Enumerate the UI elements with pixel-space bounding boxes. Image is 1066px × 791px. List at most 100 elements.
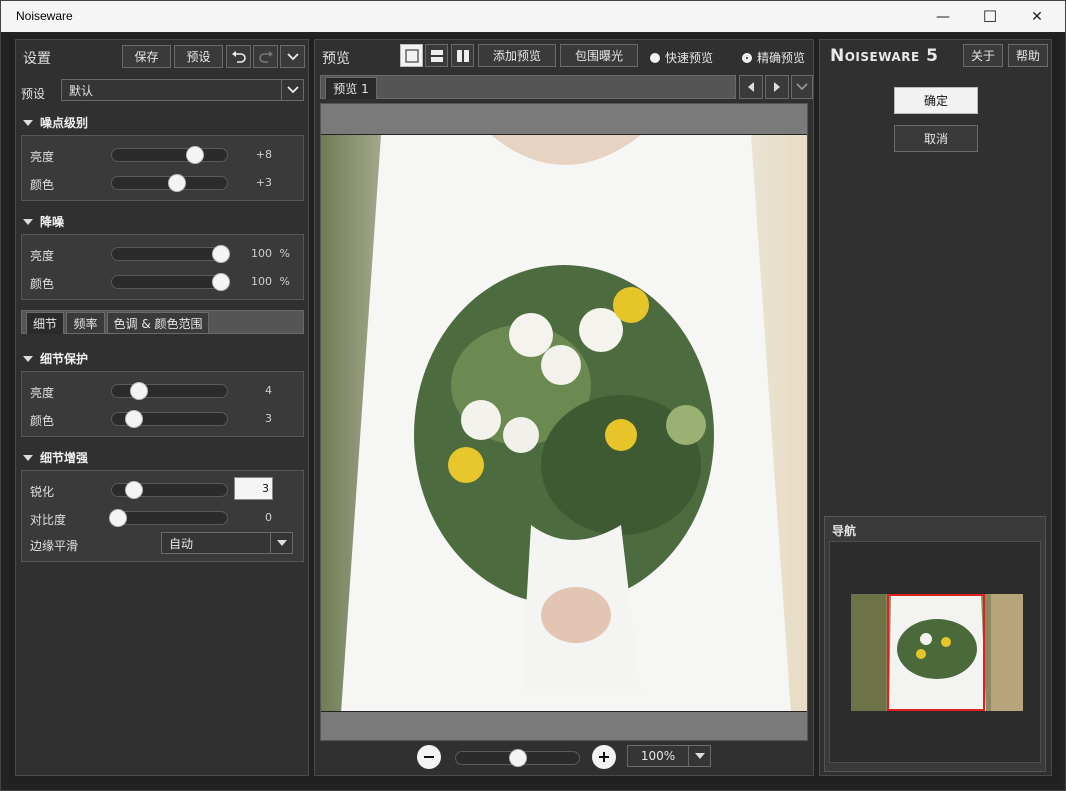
minimize-icon: — [936,8,950,25]
preview-canvas[interactable] [320,103,808,741]
navigator-title: 导航 [832,524,857,538]
single-view-button[interactable] [400,44,423,67]
detail-protection-header[interactable]: 细节保护 [23,350,88,367]
reduction-luminance-unit: % [279,247,290,260]
bracket-button[interactable]: 包围曝光 [560,44,638,67]
chevron-down-icon [286,52,299,60]
edge-smooth-value: 自动 [169,536,194,551]
preset-button[interactable]: 预设 [174,45,223,68]
protection-color-value: 3 [265,412,272,425]
zoom-dropdown-arrow[interactable] [688,745,710,767]
minimize-button[interactable]: — [920,1,966,32]
slider-thumb[interactable] [212,273,230,291]
close-button[interactable]: ✕ [1014,1,1060,32]
noise-reduction-box: 亮度 100 % 颜色 100 % [21,234,304,300]
zoom-in-button[interactable] [592,745,616,769]
tab-list-button[interactable] [791,75,813,99]
slider-thumb[interactable] [186,146,204,164]
redo-icon [258,50,273,63]
accurate-preview-radio[interactable]: 精确预览 [742,49,805,66]
settings-menu-button[interactable] [280,45,305,68]
right-panel: Noiseware 5 关于 帮助 确定 取消 导航 [819,39,1052,776]
slider-thumb[interactable] [509,749,527,767]
tab-tone-color[interactable]: 色调 & 颜色范围 [107,312,209,334]
preview-tab-strip [320,75,736,99]
cancel-button[interactable]: 取消 [894,125,978,152]
navigator-panel: 导航 [824,516,1046,772]
maximize-button[interactable]: ☐ [967,1,1013,32]
zoom-value: 100% [640,749,676,763]
tab-detail[interactable]: 细节 [26,312,64,334]
save-button[interactable]: 保存 [122,45,171,68]
preset-label: 预设 [21,87,46,101]
viewport-rect[interactable] [887,594,985,711]
contrast-label: 对比度 [30,513,67,527]
tab-preview-1[interactable]: 预览 1 [325,77,377,99]
reduction-luminance-label: 亮度 [30,249,55,263]
reduction-luminance-slider[interactable] [111,245,230,263]
sharpen-slider[interactable] [111,481,228,499]
prev-tab-button[interactable] [739,75,763,99]
split-vertical-icon [456,49,469,62]
preset-select[interactable]: 默认 [61,79,304,101]
fast-preview-radio[interactable]: 快速预览 [650,49,713,66]
undo-icon [231,50,246,63]
detail-enhance-header[interactable]: 细节增强 [23,449,88,466]
triangle-down-icon [694,753,705,759]
preset-dropdown-arrow[interactable] [281,79,303,101]
noise-reduction-header[interactable]: 降噪 [23,213,64,230]
zoom-slider[interactable] [455,749,580,767]
main-content: 设置 保存 预设 预设 默认 噪点级别 亮度 +8 颜色 +3 降噪 亮度 10… [9,36,1059,784]
sharpen-input[interactable]: 3 [234,477,273,500]
detail-protection-heading: 细节保护 [40,352,89,366]
triangle-down-icon [276,540,287,546]
slider-thumb[interactable] [109,509,127,527]
zoom-select[interactable]: 100% [627,745,711,767]
slider-thumb[interactable] [125,481,143,499]
help-button[interactable]: 帮助 [1008,44,1048,67]
noise-luminance-slider[interactable] [111,146,228,164]
fast-preview-label: 快速预览 [665,51,714,65]
ok-button[interactable]: 确定 [894,87,978,114]
tab-frequency[interactable]: 频率 [66,312,105,334]
reduction-color-slider[interactable] [111,273,230,291]
sharpen-label: 锐化 [30,485,55,499]
minus-icon [424,756,434,758]
navigator-view[interactable] [829,541,1041,763]
slider-thumb[interactable] [212,245,230,263]
preview-image [321,134,807,712]
noise-level-box: 亮度 +8 颜色 +3 [21,135,304,201]
undo-button[interactable] [226,45,251,68]
collapse-icon [23,454,33,461]
settings-title: 设置 [23,51,51,67]
protection-luminance-slider[interactable] [111,382,228,400]
reduction-color-label: 颜色 [30,277,55,291]
slider-thumb[interactable] [168,174,186,192]
slider-thumb[interactable] [125,410,143,428]
edge-smooth-label: 边缘平滑 [30,539,79,553]
app-window: Noiseware — ☐ ✕ 设置 保存 预设 预设 默认 噪点级别 亮度 +… [0,0,1066,791]
noise-color-slider[interactable] [111,174,228,192]
slider-thumb[interactable] [130,382,148,400]
noise-luminance-value: +8 [255,148,272,161]
chevron-down-icon [286,86,299,94]
vertical-split-button[interactable] [451,44,474,67]
contrast-slider[interactable] [109,509,228,527]
protection-color-slider[interactable] [111,410,228,428]
redo-button[interactable] [253,45,278,68]
reduction-color-unit: % [279,275,290,288]
window-title: Noiseware [16,9,73,23]
about-button[interactable]: 关于 [963,44,1003,67]
noise-level-header[interactable]: 噪点级别 [23,114,88,131]
add-preview-button[interactable]: 添加预览 [478,44,556,67]
contrast-value: 0 [265,511,272,524]
edge-smooth-select[interactable]: 自动 [161,532,293,554]
edge-smooth-arrow[interactable] [270,532,292,554]
preview-title: 预览 [322,51,350,67]
split-horizontal-icon [430,49,443,62]
close-icon: ✕ [1031,8,1043,25]
next-tab-button[interactable] [765,75,789,99]
horizontal-split-button[interactable] [425,44,448,67]
accurate-preview-label: 精确预览 [757,51,806,65]
zoom-out-button[interactable] [417,745,441,769]
